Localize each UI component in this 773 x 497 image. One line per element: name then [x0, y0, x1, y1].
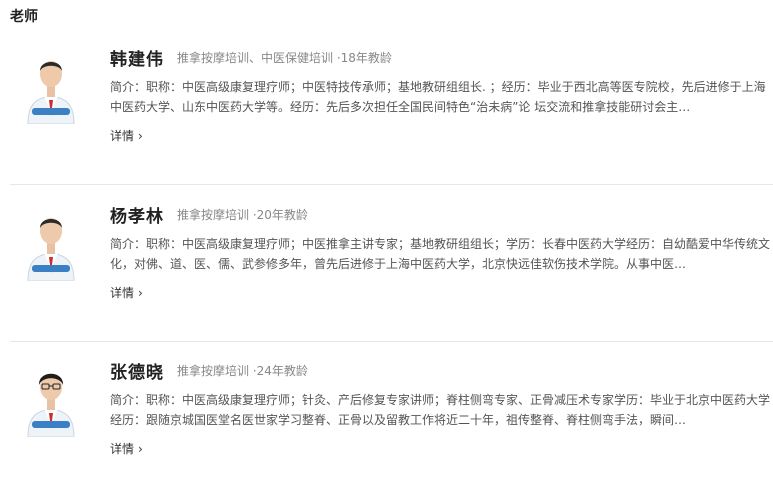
chevron-right-icon: ›: [138, 129, 143, 143]
teacher-tags: 推拿按摩培训、中医保健培训 ·18年教龄: [177, 51, 392, 65]
details-label: 详情: [110, 129, 135, 143]
chevron-right-icon: ›: [138, 286, 143, 300]
teacher-card: 张德晓 推拿按摩培训 ·24年教龄 简介：职称：中医高级康复理疗师；针灸、产后修…: [10, 355, 773, 497]
teacher-name[interactable]: 张德晓: [110, 358, 164, 383]
teacher-tags: 推拿按摩培训 ·20年教龄: [177, 208, 308, 222]
teacher-bio: 简介：职称：中医高级康复理疗师；针灸、产后修复专家讲师；脊柱侧弯专家、正骨减压术…: [110, 393, 771, 427]
section-title: 老师: [10, 9, 38, 25]
chevron-right-icon: ›: [138, 442, 143, 456]
details-link[interactable]: 详情 ›: [110, 284, 143, 301]
teacher-avatar[interactable]: [22, 355, 80, 437]
teacher-tags: 推拿按摩培训 ·24年教龄: [177, 364, 308, 378]
teacher-card: 杨孝林 推拿按摩培训 ·20年教龄 简介：职称：中医高级康复理疗师；中医推拿主讲…: [10, 199, 773, 342]
teacher-card: 韩建伟 推拿按摩培训、中医保健培训 ·18年教龄 简介：职称：中医高级康复理疗师…: [10, 42, 773, 185]
details-link[interactable]: 详情 ›: [110, 127, 143, 144]
teacher-name[interactable]: 韩建伟: [110, 45, 164, 70]
teacher-avatar[interactable]: [22, 199, 80, 281]
details-label: 详情: [110, 442, 135, 456]
details-label: 详情: [110, 286, 135, 300]
teacher-bio: 简介：职称：中医高级康复理疗师；中医特技传承师；基地教研组组长. ；经历：毕业于…: [110, 80, 766, 114]
details-link[interactable]: 详情 ›: [110, 440, 143, 457]
teacher-name[interactable]: 杨孝林: [110, 202, 164, 227]
teacher-bio: 简介：职称：中医高级康复理疗师；中医推拿主讲专家；基地教研组组长；学历：长春中医…: [110, 237, 771, 271]
teacher-avatar[interactable]: [22, 42, 80, 124]
